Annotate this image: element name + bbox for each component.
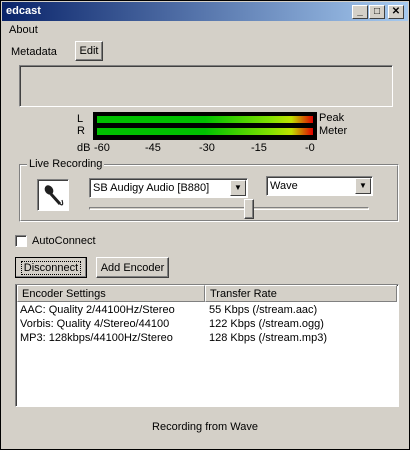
add-encoder-button[interactable]: Add Encoder [96,257,169,278]
metadata-display [19,65,393,107]
menu-bar: About [2,21,408,39]
row-rate: 55 Kbps (/stream.aac) [209,304,318,316]
autoconnect-checkbox[interactable] [15,235,27,247]
row-rate: 128 Kbps (/stream.mp3) [209,332,327,344]
edit-metadata-button[interactable]: Edit [75,41,103,61]
volume-slider-thumb[interactable] [244,199,254,219]
row-settings: AAC: Quality 2/44100Hz/Stereo [20,304,175,316]
row-rate: 122 Kbps (/stream.ogg) [209,318,324,330]
table-row[interactable]: Vorbis: Quality 4/Stereo/44100 122 Kbps … [17,317,397,331]
scale-30: -30 [199,142,215,154]
minimize-button[interactable]: _ [352,5,368,19]
menu-about[interactable]: About [9,24,38,36]
table-row[interactable]: AAC: Quality 2/44100Hz/Stereo 55 Kbps (/… [17,303,397,317]
peak-label: Peak [319,112,345,124]
autoconnect-label: AutoConnect [32,235,96,247]
chevron-down-icon[interactable]: ▼ [355,178,371,194]
meter-left-label: L [77,113,84,125]
vu-meter-right-bar [97,128,313,135]
source-select[interactable]: Wave ▼ [266,176,373,196]
meter-scale: dB -60 -45 -30 -15 -0 [77,142,317,156]
status-text: Recording from Wave [152,421,258,433]
scale-0: -0 [305,142,315,154]
column-header-transfer-rate[interactable]: Transfer Rate [205,285,397,302]
scale-db: dB [77,142,91,154]
chevron-down-icon[interactable]: ▼ [230,180,246,196]
volume-slider-track[interactable] [89,207,369,210]
column-header-encoder-settings[interactable]: Encoder Settings [17,285,205,302]
encoder-list[interactable]: Encoder Settings Transfer Rate AAC: Qual… [15,284,399,407]
row-settings: Vorbis: Quality 4/Stereo/44100 [20,318,170,330]
title-bar[interactable]: edcast _ □ ✕ [2,2,408,21]
edcast-window: edcast _ □ ✕ About Metadata Edit L R Pea… [0,0,410,450]
window-title: edcast [6,5,41,17]
metadata-label: Metadata [11,46,57,58]
maximize-button[interactable]: □ [369,5,385,19]
disconnect-button[interactable]: Disconnect [15,257,87,278]
meter-label: Meter [319,125,348,137]
scale-15: -15 [251,142,267,154]
device-select[interactable]: SB Audigy Audio [B880] ▼ [89,178,248,198]
microphone-icon[interactable] [37,179,69,211]
row-settings: MP3: 128kbps/44100Hz/Stereo [20,332,173,344]
scale-45: -45 [145,142,161,154]
close-button[interactable]: ✕ [388,5,404,19]
meter-right-label: R [77,125,85,137]
scale-60: -60 [94,142,110,154]
live-recording-label: Live Recording [27,158,105,170]
table-row[interactable]: MP3: 128kbps/44100Hz/Stereo 128 Kbps (/s… [17,331,397,345]
vu-meter-left-bar [97,116,313,123]
